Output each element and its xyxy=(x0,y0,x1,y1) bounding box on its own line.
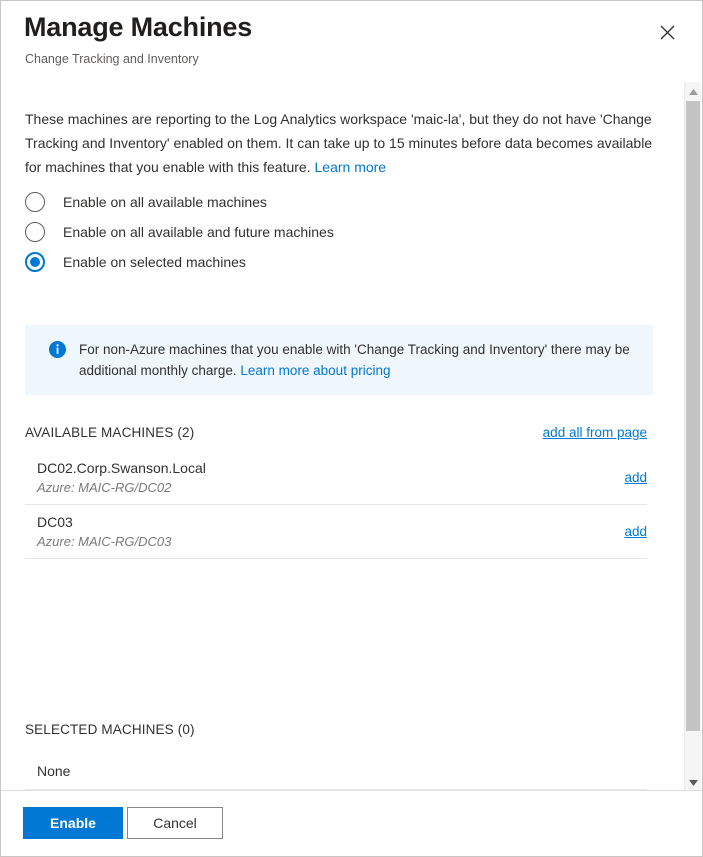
manage-machines-dialog: Manage Machines Change Tracking and Inve… xyxy=(0,0,703,857)
info-banner-text: For non-Azure machines that you enable w… xyxy=(79,339,635,381)
enable-scope-radio-group: Enable on all available machines Enable … xyxy=(25,187,625,277)
pricing-link[interactable]: Learn more about pricing xyxy=(240,363,390,378)
available-machines-header: AVAILABLE MACHINES (2) add all from page xyxy=(25,425,647,440)
dialog-content: These machines are reporting to the Log … xyxy=(1,81,702,791)
machine-subtitle: Azure: MAIC-RG/DC03 xyxy=(37,534,172,549)
page-title: Manage Machines xyxy=(24,12,253,42)
add-machine-link[interactable]: add xyxy=(614,470,647,485)
radio-option-all-available-and-future[interactable]: Enable on all available and future machi… xyxy=(25,217,625,247)
caret-down-icon xyxy=(688,773,698,791)
radio-circle-icon xyxy=(25,222,45,242)
dialog-footer: Enable Cancel xyxy=(1,790,702,856)
close-button[interactable] xyxy=(652,17,682,47)
dialog-header: Manage Machines Change Tracking and Inve… xyxy=(1,1,702,81)
table-row[interactable]: DC03 Azure: MAIC-RG/DC03 add xyxy=(25,505,647,559)
radio-circle-selected-icon xyxy=(25,252,45,272)
add-machine-link[interactable]: add xyxy=(614,524,647,539)
radio-option-all-available[interactable]: Enable on all available machines xyxy=(25,187,625,217)
table-row[interactable]: DC02.Corp.Swanson.Local Azure: MAIC-RG/D… xyxy=(25,451,647,505)
caret-up-icon xyxy=(688,82,698,100)
available-machines-list: DC02.Corp.Swanson.Local Azure: MAIC-RG/D… xyxy=(25,451,647,559)
machine-name: DC02.Corp.Swanson.Local xyxy=(37,460,206,476)
radio-label: Enable on all available and future machi… xyxy=(63,224,334,240)
dialog-subtitle: Change Tracking and Inventory xyxy=(25,52,199,66)
pricing-info-banner: For non-Azure machines that you enable w… xyxy=(25,325,653,395)
enable-button[interactable]: Enable xyxy=(23,807,123,839)
selected-machines-empty: None xyxy=(25,753,647,790)
radio-label: Enable on all available machines xyxy=(63,194,267,210)
learn-more-link[interactable]: Learn more xyxy=(315,159,387,175)
cancel-button[interactable]: Cancel xyxy=(127,807,223,839)
machine-info: DC03 Azure: MAIC-RG/DC03 xyxy=(37,512,171,551)
close-icon xyxy=(660,25,675,40)
scroll-down-button[interactable] xyxy=(685,773,701,790)
selected-machines-title: SELECTED MACHINES (0) xyxy=(25,722,195,737)
scroll-up-button[interactable] xyxy=(685,82,701,99)
info-icon xyxy=(49,341,66,358)
machine-info: DC02.Corp.Swanson.Local Azure: MAIC-RG/D… xyxy=(37,458,206,497)
available-machines-title: AVAILABLE MACHINES (2) xyxy=(25,425,195,440)
description-text: These machines are reporting to the Log … xyxy=(25,107,653,179)
machine-subtitle: Azure: MAIC-RG/DC02 xyxy=(37,480,172,495)
vertical-scrollbar[interactable] xyxy=(684,82,701,790)
add-all-from-page-link[interactable]: add all from page xyxy=(543,425,647,440)
scrollbar-thumb[interactable] xyxy=(686,101,700,731)
radio-circle-icon xyxy=(25,192,45,212)
machine-name: DC03 xyxy=(37,514,73,530)
radio-option-selected-machines[interactable]: Enable on selected machines xyxy=(25,247,625,277)
radio-label: Enable on selected machines xyxy=(63,254,246,270)
selected-machines-header: SELECTED MACHINES (0) xyxy=(25,722,647,737)
